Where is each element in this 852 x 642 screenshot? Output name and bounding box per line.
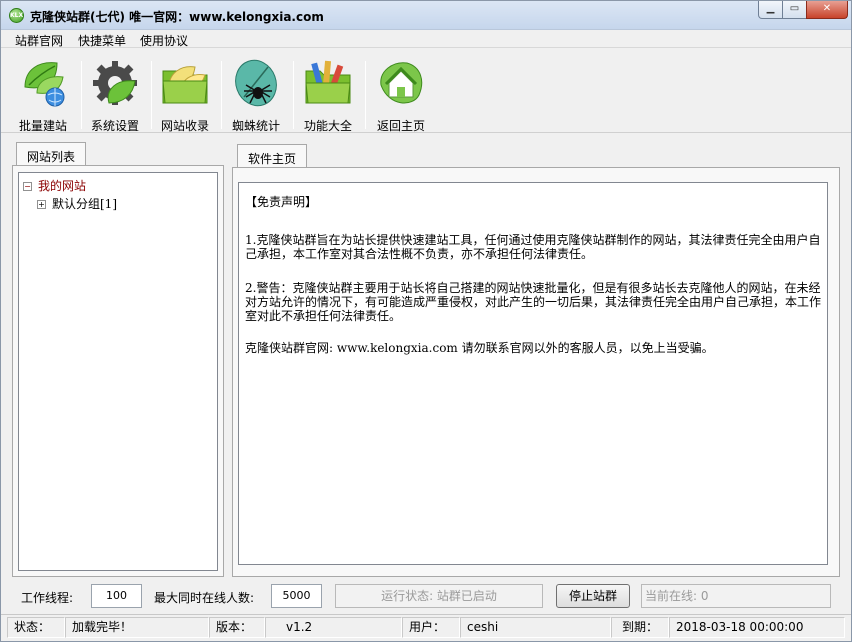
disclaimer-paragraph-1: 1.克隆侠站群旨在为站长提供快速建站工具，任何通过使用克隆侠站群制作的网站，其法… [245,233,821,261]
tree-item-default-group[interactable]: + 默认分组[1] [37,195,117,212]
menu-agreement[interactable]: 使用协议 [140,32,188,49]
toolbar-divider [151,61,152,129]
spider-stats-button[interactable]: 蜘蛛统计 [224,57,288,133]
disclaimer-document: 【免责声明】 1.克隆侠站群旨在为站长提供快速建站工具，任何通过使用克隆侠站群制… [238,182,828,565]
threads-input[interactable]: 100 [91,584,142,608]
version-label: 版本： [209,617,265,638]
user-value: ceshi [460,617,611,638]
version-value: v1.2 [265,617,402,638]
home-button[interactable]: 返回主页 [369,57,433,133]
toolbar-divider [293,61,294,129]
collapse-icon[interactable]: − [23,182,32,191]
status-bar: 状态： 加载完毕！ 版本： v1.2 用户： ceshi 到期： 2018-03… [1,614,851,641]
home-icon [375,57,427,109]
batch-build-label: 批量建站 [18,119,67,133]
tab-site-list[interactable]: 网站列表 [16,142,87,166]
app-window: KLX 克隆侠站群(七代) 唯一官网：www.kelongxia.com ▁ ▭… [0,0,852,642]
home-label: 返回主页 [376,119,425,133]
leaf-globe-icon [17,57,69,109]
user-label: 用户： [402,617,460,638]
menu-site-official[interactable]: 站群官网 [15,32,63,49]
toolbar-divider [81,61,82,129]
site-tree: − 我的网站 + 默认分组[1] [18,172,218,571]
menu-quick[interactable]: 快捷菜单 [78,32,126,49]
status-value: 加载完毕！ [65,617,209,638]
toolbar-divider [221,61,222,129]
disclaimer-heading: 【免责声明】 [245,195,318,209]
title-bar[interactable]: KLX 克隆侠站群(七代) 唯一官网：www.kelongxia.com ▁ ▭… [1,1,851,30]
expire-label: 到期： [611,617,669,638]
toolbar-divider [365,61,366,129]
spider-leaf-icon [230,57,282,109]
batch-build-button[interactable]: 批量建站 [11,57,75,133]
folder-leaf-icon [159,57,211,109]
tree-item-my-sites[interactable]: − 我的网站 [23,177,86,194]
max-online-label: 最大同时在线人数: [154,591,255,605]
current-online-display: 当前在线: 0 [641,584,831,608]
all-functions-label: 功能大全 [303,119,352,133]
expand-icon[interactable]: + [37,200,46,209]
site-indexing-button[interactable]: 网站收录 [153,57,217,133]
disclaimer-paragraph-2: 2.警告：克隆侠站群主要用于站长将自己搭建的网站快速批量化，但是有很多站长去克隆… [245,281,822,323]
tree-root-label: 我的网站 [38,179,87,193]
tab-software-home[interactable]: 软件主页 [237,144,308,168]
close-button[interactable]: ✕ [806,1,848,19]
spider-stats-label: 蜘蛛统计 [231,119,280,133]
run-status-display: 运行状态: 站群已启动 [335,584,543,608]
disclaimer-paragraph-3: 克隆侠站群官网: www.kelongxia.com 请勿联系官网以外的客服人员… [245,341,714,355]
max-online-input[interactable]: 5000 [271,584,322,608]
all-functions-button[interactable]: 功能大全 [296,57,360,133]
menu-bar: 站群官网 快捷菜单 使用协议 [1,30,851,48]
status-label: 状态： [7,617,65,638]
system-settings-button[interactable]: 系统设置 [83,57,147,133]
window-title: 克隆侠站群(七代) 唯一官网：www.kelongxia.com [30,10,324,24]
app-logo-icon: KLX [9,8,24,23]
toolbar: 批量建站 系统设置 网站收录 蜘蛛统计 功能大全 返回主页 [1,49,851,133]
system-settings-label: 系统设置 [90,119,139,133]
expire-value: 2018-03-18 00:00:00 [669,617,845,638]
stop-button[interactable]: 停止站群 [556,584,630,608]
gear-leaf-icon [89,57,141,109]
tree-child-label: 默认分组[1] [52,197,117,211]
maximize-button[interactable]: ▭ [782,1,807,19]
site-indexing-label: 网站收录 [160,119,209,133]
minimize-button[interactable]: ▁ [758,1,783,19]
threads-label: 工作线程: [21,591,74,605]
folder-tools-icon [302,57,354,109]
